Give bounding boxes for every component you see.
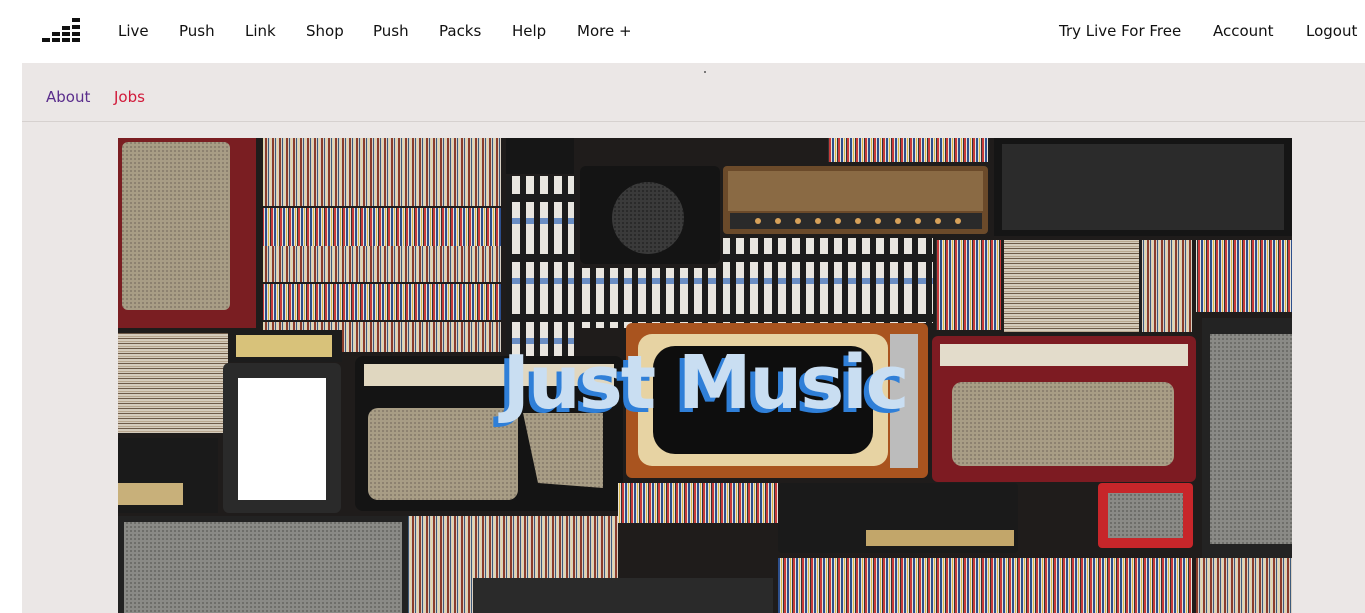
nav-link-help[interactable]: Help (512, 21, 546, 41)
hero-title: Just Music (502, 340, 910, 426)
logout-link[interactable]: Logout (1306, 21, 1357, 41)
subnav-jobs-link[interactable]: Jobs (114, 87, 145, 107)
account-link[interactable]: Account (1213, 21, 1274, 41)
nav-link-packs[interactable]: Packs (439, 21, 481, 41)
subnav-about-link[interactable]: About (46, 87, 90, 107)
nav-link-link[interactable]: Link (245, 21, 276, 41)
hero-banner: Just Music (118, 138, 1292, 613)
nav-link-live[interactable]: Live (118, 21, 149, 41)
try-live-free-link[interactable]: Try Live For Free (1059, 21, 1181, 41)
equalizer-logo-icon[interactable] (42, 18, 84, 44)
nav-link-push-2[interactable]: Push (373, 21, 409, 41)
nav-link-more[interactable]: More + (577, 21, 632, 41)
top-navigation: Live Push Link Shop Push Packs Help More… (0, 0, 1365, 63)
nav-link-push[interactable]: Push (179, 21, 215, 41)
center-dot (704, 71, 706, 73)
nav-link-shop[interactable]: Shop (306, 21, 344, 41)
subnav-divider (22, 121, 1365, 122)
